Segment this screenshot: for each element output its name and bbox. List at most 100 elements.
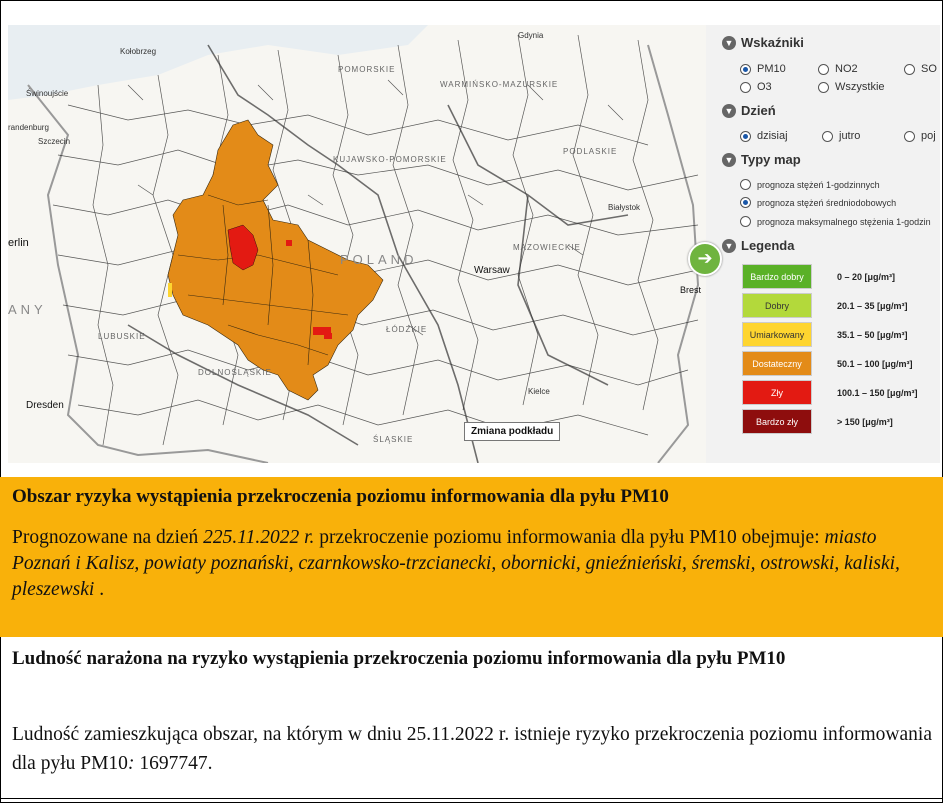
radio-selected-icon (740, 63, 751, 75)
legend-row-very-bad: Bardzo zły > 150 [μg/m³] (742, 407, 938, 436)
indicator-label: O3 (757, 81, 772, 93)
risk-text-prefix: Prognozowane na dzień (12, 527, 204, 548)
legend-row-moderate: Umiarkowany 35.1 – 50 [μg/m³] (742, 320, 938, 349)
map-label-kolobrzeg: Kołobrzeg (120, 47, 157, 56)
air-quality-map-view: Kołobrzeg Świnoujście Szczecin randenbur… (8, 25, 940, 463)
map-label-gdynia: Gdynia (518, 31, 544, 40)
indicators-section-header[interactable]: ▼ Wskaźniki (722, 35, 804, 50)
legend-range: 0 – 20 [μg/m³] (837, 271, 896, 282)
population-title: Ludność narażona na ryzyko wystąpienia p… (12, 648, 786, 669)
legend-range: 100.1 – 150 [μg/m³] (837, 387, 918, 398)
map-type-label: prognoza stężeń 1-godzinnych (757, 179, 880, 190)
risk-text-middle: przekroczenie poziomu informowania dla p… (314, 527, 825, 548)
legend-range: > 150 [μg/m³] (837, 416, 893, 427)
map-label-brest: Brest (680, 285, 702, 295)
map-label-mazowieckie: MAZOWIECKIE (513, 243, 581, 252)
map-canvas[interactable]: Kołobrzeg Świnoujście Szczecin randenbur… (8, 25, 706, 463)
radio-icon (818, 81, 829, 93)
map-label-szczecin: Szczecin (38, 137, 71, 146)
map-label-bialystok: Białystok (608, 203, 641, 212)
population-colon: : (127, 753, 135, 774)
indicators-title: Wskaźniki (741, 35, 804, 50)
map-label-germany: ANY (8, 302, 47, 317)
risk-area-description: Prognozowane na dzień 225.11.2022 r. prz… (12, 525, 932, 603)
map-label-lubuskie: LUBUSKIE (98, 332, 146, 341)
day-title: Dzień (741, 103, 776, 118)
indicator-option-so[interactable]: SO (904, 63, 937, 75)
map-label-kielce: Kielce (528, 387, 550, 396)
day-option-tomorrow[interactable]: jutro (822, 130, 860, 142)
legend-swatch: Zły (742, 380, 812, 405)
map-label-lodzkie: ŁÓDZKIE (386, 325, 428, 334)
legend-row-bad: Zły 100.1 – 150 [μg/m³] (742, 378, 938, 407)
map-control-panel: ▼ Wskaźniki PM10 NO2 SO O3 Wszystkie ▼ D… (706, 25, 940, 463)
radio-icon (904, 63, 915, 75)
map-type-option-hourly[interactable]: prognoza stężeń 1-godzinnych (740, 179, 880, 190)
legend-range: 50.1 – 100 [μg/m³] (837, 358, 913, 369)
radio-icon (740, 81, 751, 93)
radio-icon (740, 179, 751, 190)
radio-icon (818, 63, 829, 75)
map-type-option-max-hourly[interactable]: prognoza maksymalnego stężenia 1-godzin (740, 216, 931, 227)
map-label-slaskie: ŚLĄSKIE (373, 435, 414, 444)
legend-swatch: Bardzo dobry (742, 264, 812, 289)
chevron-down-icon: ▼ (722, 238, 736, 253)
legend-row-sufficient: Dostateczny 50.1 – 100 [μg/m³] (742, 349, 938, 378)
legend-range: 35.1 – 50 [μg/m³] (837, 329, 908, 340)
map-types-section-header[interactable]: ▼ Typy map (722, 152, 801, 167)
map-label-dresden: Dresden (26, 400, 64, 411)
legend-section-header[interactable]: ▼ Legenda (722, 238, 794, 253)
legend-swatch: Dostateczny (742, 351, 812, 376)
day-label: poj (921, 130, 936, 142)
population-description: Ludność zamieszkująca obszar, na którym … (12, 720, 932, 778)
map-label-kujawsko: KUJAWSKO-POMORSKIE (333, 155, 447, 164)
risk-text-suffix: . (94, 579, 105, 600)
legend-title: Legenda (741, 238, 795, 253)
indicator-label: SO (921, 63, 937, 75)
risk-area-title: Obszar ryzyka wystąpienia przekroczenia … (12, 486, 669, 507)
map-label-berlin: erlin (8, 237, 29, 249)
chevron-down-icon: ▼ (722, 152, 736, 167)
indicator-label: PM10 (757, 63, 786, 75)
map-label-dolnoslaskie: DOLNOŚLĄSKIE (198, 368, 272, 377)
map-type-option-daily[interactable]: prognoza stężeń średniodobowych (740, 197, 896, 208)
legend-swatch: Dobry (742, 293, 812, 318)
day-section-header[interactable]: ▼ Dzień (722, 103, 776, 118)
risk-date: 225.11.2022 r. (203, 527, 315, 548)
risk-area-section: Obszar ryzyka wystąpienia przekroczenia … (0, 477, 943, 637)
indicator-option-all[interactable]: Wszystkie (818, 81, 885, 93)
bottom-divider (0, 798, 943, 799)
day-option-today[interactable]: dzisiaj (740, 130, 788, 142)
map-label-brandenburg: randenburg (8, 123, 49, 132)
map-label-warminsko: WARMIŃSKO-MAZURSKIE (440, 80, 559, 89)
map-label-podlaskie: PODLASKIE (563, 147, 618, 156)
legend-range: 20.1 – 35 [μg/m³] (837, 300, 908, 311)
radio-icon (740, 216, 751, 227)
chevron-down-icon: ▼ (722, 35, 736, 50)
map-type-label: prognoza maksymalnego stężenia 1-godzin (757, 216, 931, 227)
map-label-swinoujscie: Świnoujście (26, 89, 69, 98)
radio-icon (822, 130, 833, 142)
map-label-pomorskie: POMORSKIE (338, 65, 396, 74)
legend-swatch: Umiarkowany (742, 322, 812, 347)
radio-icon (904, 130, 915, 142)
legend-row-very-good: Bardzo dobry 0 – 20 [μg/m³] (742, 262, 938, 291)
day-option-day-after[interactable]: poj (904, 130, 936, 142)
arrow-right-icon[interactable]: ➔ (688, 242, 722, 276)
legend-row-good: Dobry 20.1 – 35 [μg/m³] (742, 291, 938, 320)
radio-selected-icon (740, 130, 751, 142)
day-label: jutro (839, 130, 861, 142)
indicator-option-o3[interactable]: O3 (740, 81, 772, 93)
indicator-option-no2[interactable]: NO2 (818, 63, 858, 75)
indicator-option-pm10[interactable]: PM10 (740, 63, 786, 75)
chevron-down-icon: ▼ (722, 103, 736, 118)
basemap-change-button[interactable]: Zmiana podkładu (464, 422, 561, 441)
map-graphic (8, 25, 700, 463)
map-types-title: Typy map (741, 152, 801, 167)
radio-selected-icon (740, 197, 751, 208)
map-label-poland: POLAND (340, 252, 418, 267)
indicator-label: Wszystkie (835, 81, 885, 93)
population-value: 1697747. (139, 753, 213, 774)
map-type-label: prognoza stężeń średniodobowych (757, 197, 897, 208)
indicator-label: NO2 (835, 63, 858, 75)
